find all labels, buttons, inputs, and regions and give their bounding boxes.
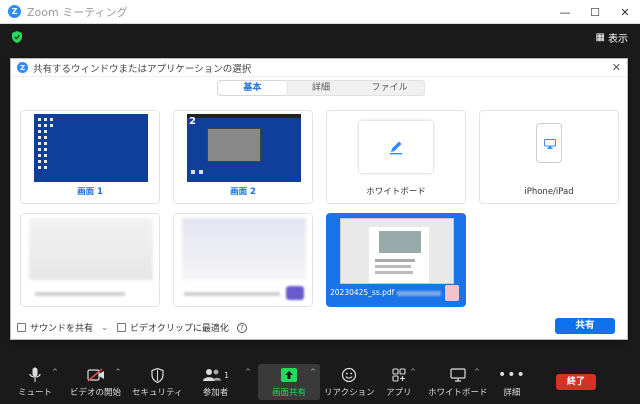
phone-icon [536,123,562,163]
apps-options-caret[interactable]: ^ [410,368,416,376]
whiteboard-options-caret[interactable]: ^ [474,368,480,376]
security-label: セキュリティ [132,388,183,398]
tile-screen-2[interactable]: 2 画面 2 [173,110,313,204]
more-button[interactable]: ••• 詳細 [498,366,526,398]
shield-icon [151,367,164,383]
apps-icon [392,368,406,382]
video-off-icon [86,368,104,382]
zoom-logo-icon: Z [8,5,21,18]
meeting-toolbar: ミュート ^ ビデオの開始 ^ セキュリティ 1 参加者 ^ 画面共有 ^ リア… [0,360,640,404]
window-title: Zoom ミーティング [27,5,128,19]
dialog-footer: サウンドを共有 ⌄ ビデオクリップに最適化 ? 共有 [11,317,627,337]
pdf-thumbnail [340,218,454,284]
view-button[interactable]: ▦ 表示 [596,30,628,45]
participants-label: 参加者 [202,388,229,398]
dialog-titlebar: Z 共有するウィンドウまたはアプリケーションの選択 ✕ [11,59,627,77]
tab-advanced[interactable]: 詳細 [287,81,356,95]
close-button[interactable]: ✕ [610,0,640,24]
share-options-caret[interactable]: ^ [310,368,316,376]
optimize-video-checkbox[interactable]: ビデオクリップに最適化 ? [117,321,247,334]
checkbox-box[interactable] [17,323,26,332]
share-tabs: 基本 詳細 ファイル [217,80,425,96]
zoom-logo-icon: Z [17,62,28,73]
mute-label: ミュート [18,388,53,398]
optimize-video-label: ビデオクリップに最適化 [130,324,229,334]
mute-button[interactable]: ミュート [18,366,52,398]
microphone-icon [29,367,41,382]
reactions-label: リアクション [324,388,375,398]
start-video-button[interactable]: ビデオの開始 [70,366,121,398]
tile-window-2[interactable] [173,213,313,307]
encryption-shield-icon[interactable] [12,31,22,43]
mute-options-caret[interactable]: ^ [52,368,58,376]
tile-label: 画面 2 [230,187,256,197]
minimize-button[interactable]: — [550,0,580,24]
whiteboard-label: ホワイトボード [428,388,488,398]
dialog-title: 共有するウィンドウまたはアプリケーションの選択 [33,63,252,75]
whiteboard-preview [359,121,433,173]
security-button[interactable]: セキュリティ [132,366,183,398]
share-sound-label: サウンドを共有 [30,324,94,334]
pen-icon [390,141,402,155]
screen-1-thumbnail [34,114,148,182]
share-sound-checkbox[interactable]: サウンドを共有 ⌄ [17,321,109,334]
whiteboard-icon [450,368,466,382]
dialog-close-button[interactable]: ✕ [612,61,621,74]
app-icon [286,286,304,300]
participants-button[interactable]: 1 参加者 [202,366,229,398]
tile-label: iPhone/iPad [524,187,574,197]
tile-whiteboard[interactable]: ホワイトボード [326,110,466,204]
zoom-titlebar: Z Zoom ミーティング — ☐ ✕ [0,0,640,24]
start-video-label: ビデオの開始 [70,388,122,398]
emoji-icon [342,367,357,383]
more-label: 詳細 [503,388,521,398]
checkbox-box[interactable] [117,323,126,332]
maximize-button[interactable]: ☐ [580,0,610,24]
window-controls: — ☐ ✕ [550,0,640,24]
reactions-button[interactable]: リアクション [324,366,375,398]
more-dots-icon: ••• [498,367,526,383]
share-button[interactable]: 共有 [555,318,615,334]
share-screen-label: 画面共有 [272,388,307,398]
screen-2-thumbnail: 2 [187,114,301,182]
tile-screen-1[interactable]: 画面 1 [20,110,160,204]
pdf-app-icon [445,285,459,301]
screen-number: 2 [189,116,196,127]
tab-basic[interactable]: 基本 [218,81,287,95]
video-options-caret[interactable]: ^ [115,368,121,376]
tab-files[interactable]: ファイル [355,81,424,95]
share-screen-button[interactable]: 画面共有 [272,366,306,398]
window-1-thumbnail [29,218,153,280]
view-label: 表示 [608,34,628,45]
participants-count: 1 [224,370,230,380]
apps-button[interactable]: アプリ [386,366,412,398]
chevron-down-icon[interactable]: ⌄ [101,323,109,333]
tile-label: 画面 1 [77,187,103,197]
tile-label: ホワイトボード [366,187,426,197]
apps-label: アプリ [386,388,412,398]
window-2-thumbnail [182,218,306,280]
help-icon[interactable]: ? [236,322,247,333]
tile-iphone-ipad[interactable]: iPhone/iPad [479,110,619,204]
participants-icon [203,369,221,381]
share-screen-icon [281,368,297,382]
share-dialog: Z 共有するウィンドウまたはアプリケーションの選択 ✕ 基本 詳細 ファイル 画… [10,58,628,340]
tile-label: 20230425_ss.pdf - [330,288,400,297]
grid-icon: ▦ [595,32,605,43]
tile-window-1[interactable] [20,213,160,307]
airplay-icon [544,139,556,149]
tile-pdf-window[interactable]: 20230425_ss.pdf - [326,213,466,307]
end-meeting-button[interactable]: 終了 [556,374,596,390]
participants-options-caret[interactable]: ^ [245,368,251,376]
